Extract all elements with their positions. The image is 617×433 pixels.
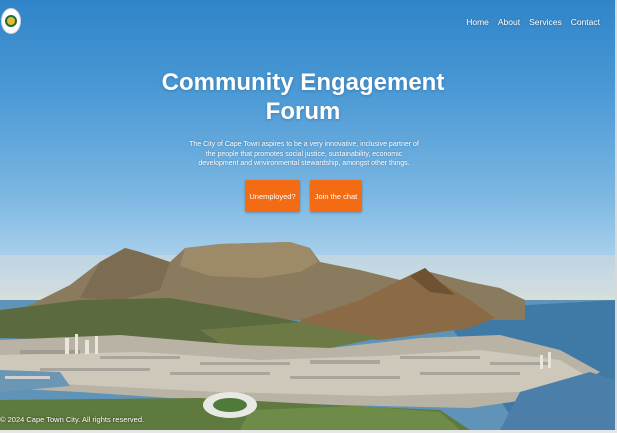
hero-description: The City of Cape Town aspires to be a ve… xyxy=(189,141,419,167)
footer-copyright: © 2024 Cape Town City. All rights reserv… xyxy=(0,415,145,424)
page-title: Community Engagement Forum xyxy=(161,69,445,125)
hero-background: Home About Services Contact Community En… xyxy=(0,0,615,430)
cape-town-landscape-image xyxy=(0,242,615,430)
nav-contact-link[interactable]: Contact xyxy=(571,17,600,27)
city-logo[interactable] xyxy=(1,8,21,34)
join-chat-button[interactable]: Join the chat xyxy=(310,180,362,212)
nav-home-link[interactable]: Home xyxy=(466,17,489,27)
nav-services-link[interactable]: Services xyxy=(529,17,562,27)
emblem-icon xyxy=(5,15,17,27)
main-nav: Home About Services Contact xyxy=(466,17,600,27)
unemployed-button[interactable]: Unemployed? xyxy=(245,180,300,212)
nav-about-link[interactable]: About xyxy=(498,17,520,27)
